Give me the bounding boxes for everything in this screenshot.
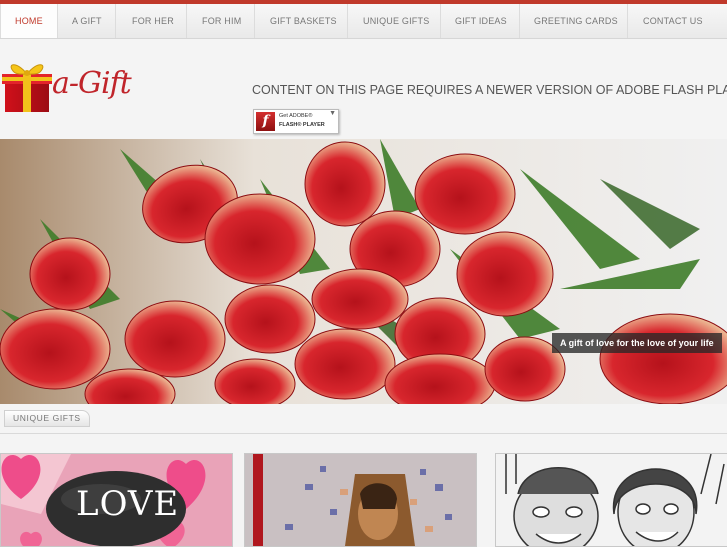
puzzle-portrait-image [245, 454, 476, 546]
logo-text: a-Gift [52, 66, 132, 101]
hero-banner [0, 139, 727, 404]
love-stone-text: LOVE [76, 484, 180, 524]
nav-divider [57, 4, 58, 38]
nav-a-gift[interactable]: A GIFT [72, 4, 102, 38]
nav-contact-us[interactable]: CONTACT US [643, 4, 703, 38]
section-title: UNIQUE GIFTS [4, 410, 90, 427]
tulip-bouquet-image [0, 139, 727, 404]
nav-divider [627, 4, 628, 38]
nav-divider [254, 4, 255, 38]
flash-button-line1: Get ADOBE® [279, 113, 313, 119]
main-nav: HOME A GIFT FOR HER FOR HIM GIFT BASKETS… [0, 4, 727, 39]
get-flash-button[interactable]: f Get ADOBE® FLASH® PLAYER ▼ [253, 109, 339, 134]
nav-gift-ideas[interactable]: GIFT IDEAS [455, 4, 507, 38]
download-arrow-icon: ▼ [329, 110, 336, 117]
nav-divider [347, 4, 348, 38]
nav-divider [519, 4, 520, 38]
nav-gift-baskets[interactable]: GIFT BASKETS [270, 4, 337, 38]
nav-divider [115, 4, 116, 38]
flash-button-line2: FLASH® PLAYER [279, 122, 325, 128]
thumbnail-love-stone[interactable]: LOVE [0, 453, 233, 547]
thumbnail-caricature[interactable] [495, 453, 727, 547]
nav-home[interactable]: HOME [0, 4, 58, 38]
nav-divider [440, 4, 441, 38]
thumbnail-puzzle[interactable] [244, 453, 477, 547]
hero-caption: A gift of love for the love of your life [552, 333, 722, 353]
nav-for-her[interactable]: FOR HER [132, 4, 174, 38]
nav-unique-gifts[interactable]: UNIQUE GIFTS [363, 4, 429, 38]
caricature-image [496, 454, 727, 546]
section-divider [0, 433, 727, 434]
flash-required-message: CONTENT ON THIS PAGE REQUIRES A NEWER VE… [252, 83, 727, 97]
nav-for-him[interactable]: FOR HIM [202, 4, 241, 38]
flash-logo-icon: f [256, 112, 275, 131]
nav-greeting-cards[interactable]: GREETING CARDS [534, 4, 618, 38]
site-logo[interactable]: a-Gift [2, 60, 137, 118]
nav-divider [186, 4, 187, 38]
